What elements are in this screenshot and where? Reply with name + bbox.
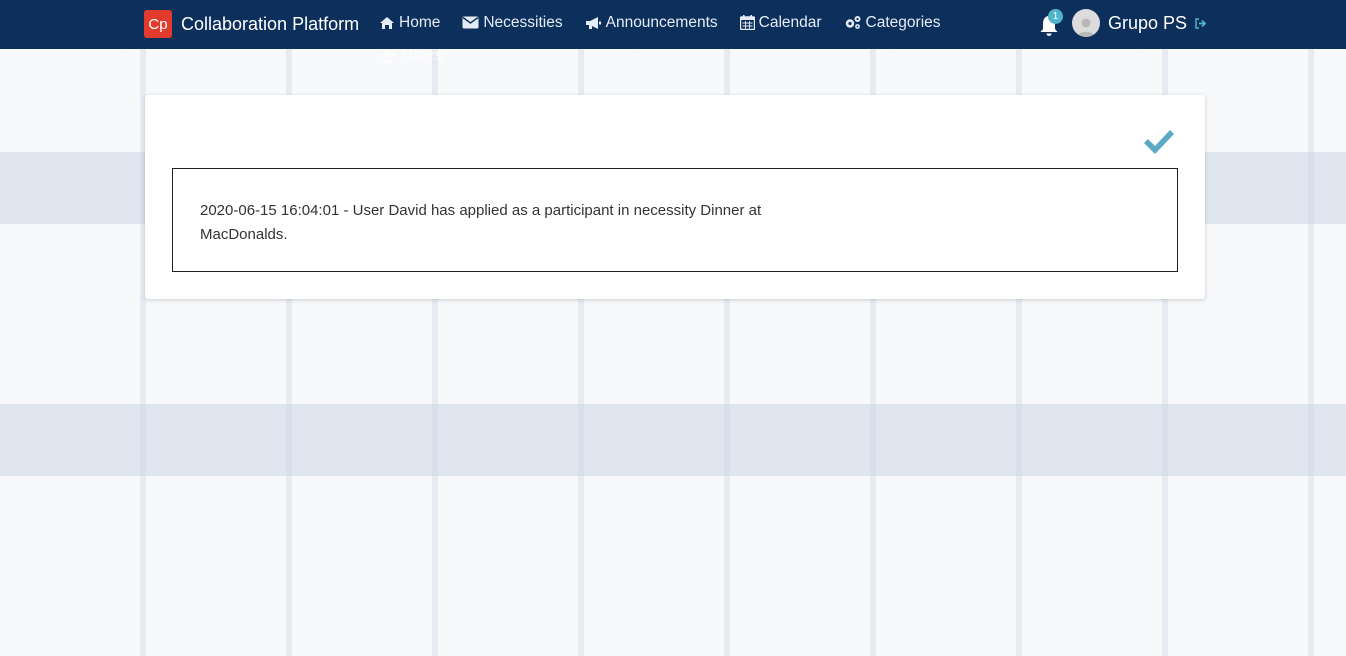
logout-icon	[1195, 17, 1207, 29]
nav-categories[interactable]: Categories	[844, 0, 941, 45]
calendar-icon	[739, 15, 755, 30]
gears-icon	[845, 16, 861, 29]
avatar[interactable]	[1072, 9, 1100, 37]
home-icon	[380, 16, 394, 29]
top-navbar: Cp Collaboration Platform Home Necessiti…	[0, 0, 1346, 49]
notification-message: 2020-06-15 16:04:01 - User David has app…	[200, 202, 762, 243]
nav-links: Home Necessities Announcements Calendar …	[379, 0, 979, 49]
nav-calendar-label: Calendar	[758, 13, 822, 31]
nav-necessities[interactable]: Necessities	[462, 0, 563, 45]
nav-home[interactable]: Home	[379, 0, 440, 45]
notification-message-box: 2020-06-15 16:04:01 - User David has app…	[172, 168, 1178, 272]
nav-users[interactable]: Users	[381, 47, 442, 65]
nav-necessities-label: Necessities	[483, 13, 563, 31]
user-name[interactable]: Grupo PS	[1108, 13, 1187, 34]
logout-button[interactable]	[1195, 17, 1207, 29]
brand-name: Collaboration Platform	[181, 13, 360, 34]
brand-logo: Cp	[144, 10, 172, 38]
notification-card: 2020-06-15 16:04:01 - User David has app…	[145, 95, 1205, 299]
nav-users-label: Users	[402, 47, 443, 64]
notifications-button[interactable]: 1	[1038, 9, 1063, 36]
nav-announcements[interactable]: Announcements	[585, 0, 718, 45]
envelope-icon	[462, 16, 479, 29]
users-icon	[381, 50, 396, 63]
brand[interactable]: Cp Collaboration Platform	[144, 10, 359, 38]
nav-home-label: Home	[399, 13, 441, 31]
checkmark-icon	[1144, 130, 1174, 154]
notification-count-badge: 1	[1048, 9, 1063, 24]
user-area: 1 Grupo PS	[1038, 9, 1207, 37]
user-avatar-icon	[1077, 18, 1095, 37]
megaphone-icon	[585, 16, 601, 29]
nav-announcements-label: Announcements	[605, 13, 718, 31]
mark-read-button[interactable]	[1142, 128, 1176, 161]
nav-calendar[interactable]: Calendar	[739, 0, 822, 45]
nav-categories-label: Categories	[865, 13, 941, 31]
